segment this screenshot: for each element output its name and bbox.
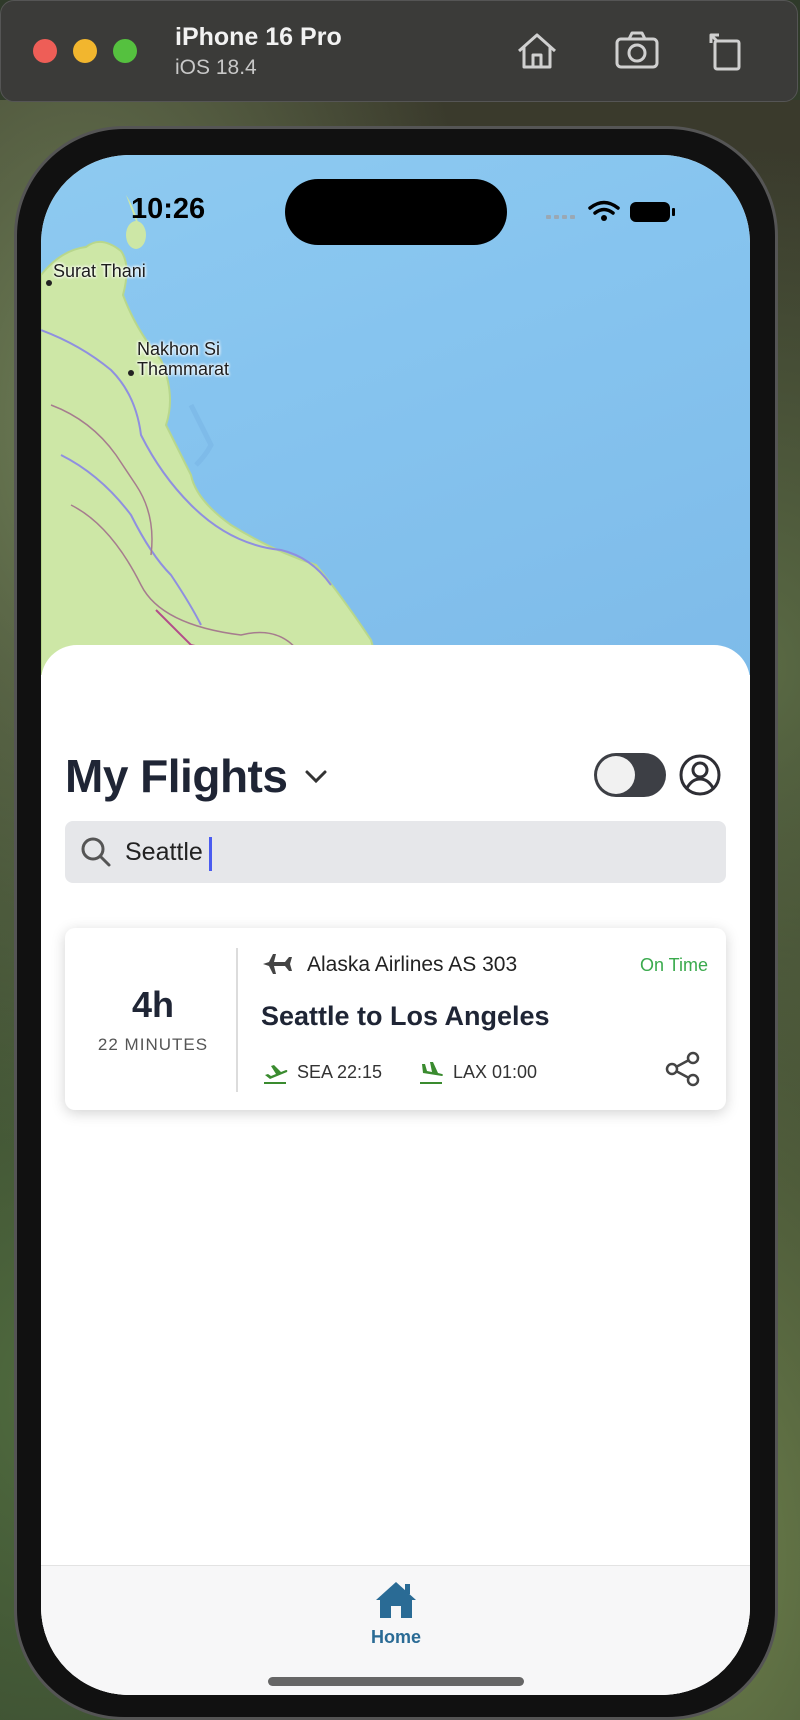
wifi-icon bbox=[588, 200, 620, 215]
user-profile-icon[interactable] bbox=[678, 753, 722, 797]
chevron-down-icon[interactable] bbox=[301, 761, 331, 791]
departure-info: SEA 22:15 bbox=[261, 1058, 382, 1086]
landing-icon bbox=[420, 1062, 443, 1084]
search-icon bbox=[81, 837, 111, 867]
text-cursor bbox=[209, 837, 212, 871]
close-window-button[interactable] bbox=[33, 39, 57, 63]
toggle-switch[interactable] bbox=[594, 753, 666, 797]
page-title[interactable]: My Flights bbox=[65, 749, 288, 803]
flight-route: Seattle to Los Angeles bbox=[261, 1001, 550, 1031]
home-icon bbox=[376, 1582, 416, 1618]
tab-home-label: Home bbox=[370, 1627, 421, 1647]
flights-sheet: My Flights 4h 22 MINUTES Alaska Airlines… bbox=[41, 645, 750, 1695]
flight-status-badge: On Time bbox=[639, 955, 708, 975]
map-view[interactable]: Surat Thani Nakhon Si Thammarat 10:26 bbox=[41, 155, 750, 675]
phone-screen: Surat Thani Nakhon Si Thammarat 10:26 My… bbox=[41, 155, 750, 1695]
tab-home[interactable]: Home bbox=[341, 1580, 451, 1648]
status-time: 10:26 bbox=[131, 193, 206, 225]
title-row[interactable]: My Flights bbox=[65, 749, 331, 803]
flight-card[interactable]: 4h 22 MINUTES Alaska Airlines AS 303 On … bbox=[65, 928, 726, 1110]
home-indicator[interactable] bbox=[268, 1677, 524, 1686]
map-label: Thammarat bbox=[137, 359, 230, 379]
map-label: Nakhon Si bbox=[137, 339, 221, 359]
signal-icon bbox=[546, 215, 575, 219]
card-divider bbox=[236, 948, 238, 1092]
search-bar[interactable] bbox=[65, 821, 726, 883]
dynamic-island bbox=[285, 179, 507, 245]
minimize-window-button[interactable] bbox=[73, 39, 97, 63]
screenshot-camera-icon[interactable] bbox=[613, 27, 661, 75]
arrival-time: LAX 01:00 bbox=[453, 1061, 538, 1082]
tab-bar: Home bbox=[41, 1565, 750, 1695]
duration-minutes: 22 MINUTES bbox=[97, 1035, 209, 1054]
duration-hours: 4h bbox=[131, 984, 174, 1025]
home-icon[interactable] bbox=[513, 27, 561, 75]
takeoff-icon bbox=[264, 1065, 288, 1084]
share-icon[interactable] bbox=[664, 1050, 702, 1088]
os-version: iOS 18.4 bbox=[175, 56, 257, 79]
toggle-knob bbox=[597, 756, 635, 794]
zoom-window-button[interactable] bbox=[113, 39, 137, 63]
arrival-info: LAX 01:00 bbox=[417, 1058, 537, 1086]
battery-icon bbox=[630, 202, 670, 222]
search-input[interactable] bbox=[125, 829, 705, 875]
status-indicators bbox=[546, 197, 686, 227]
simulator-titlebar: iPhone 16 Pro iOS 18.4 bbox=[0, 0, 798, 102]
rotate-device-icon[interactable] bbox=[703, 27, 751, 75]
device-name: iPhone 16 Pro bbox=[175, 23, 342, 51]
airline-flight-number: Alaska Airlines AS 303 bbox=[307, 953, 518, 976]
departure-time: SEA 22:15 bbox=[297, 1061, 383, 1082]
map-label: Surat Thani bbox=[53, 261, 146, 281]
airplane-icon bbox=[263, 954, 292, 974]
